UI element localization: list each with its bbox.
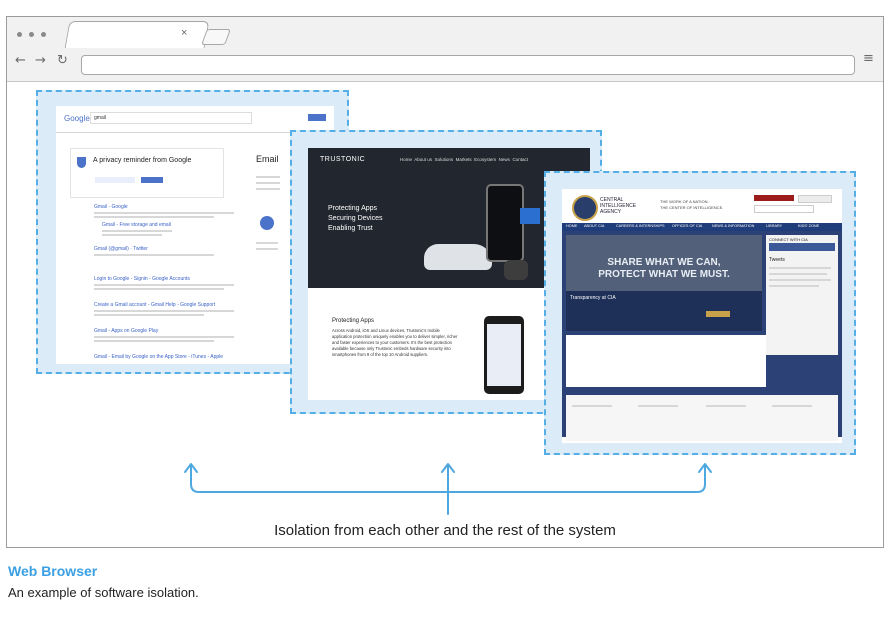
figure-subtitle: An example of software isolation. bbox=[8, 585, 199, 600]
figure-title: Web Browser bbox=[8, 563, 98, 579]
diagram-caption: Isolation from each other and the rest o… bbox=[274, 522, 616, 539]
